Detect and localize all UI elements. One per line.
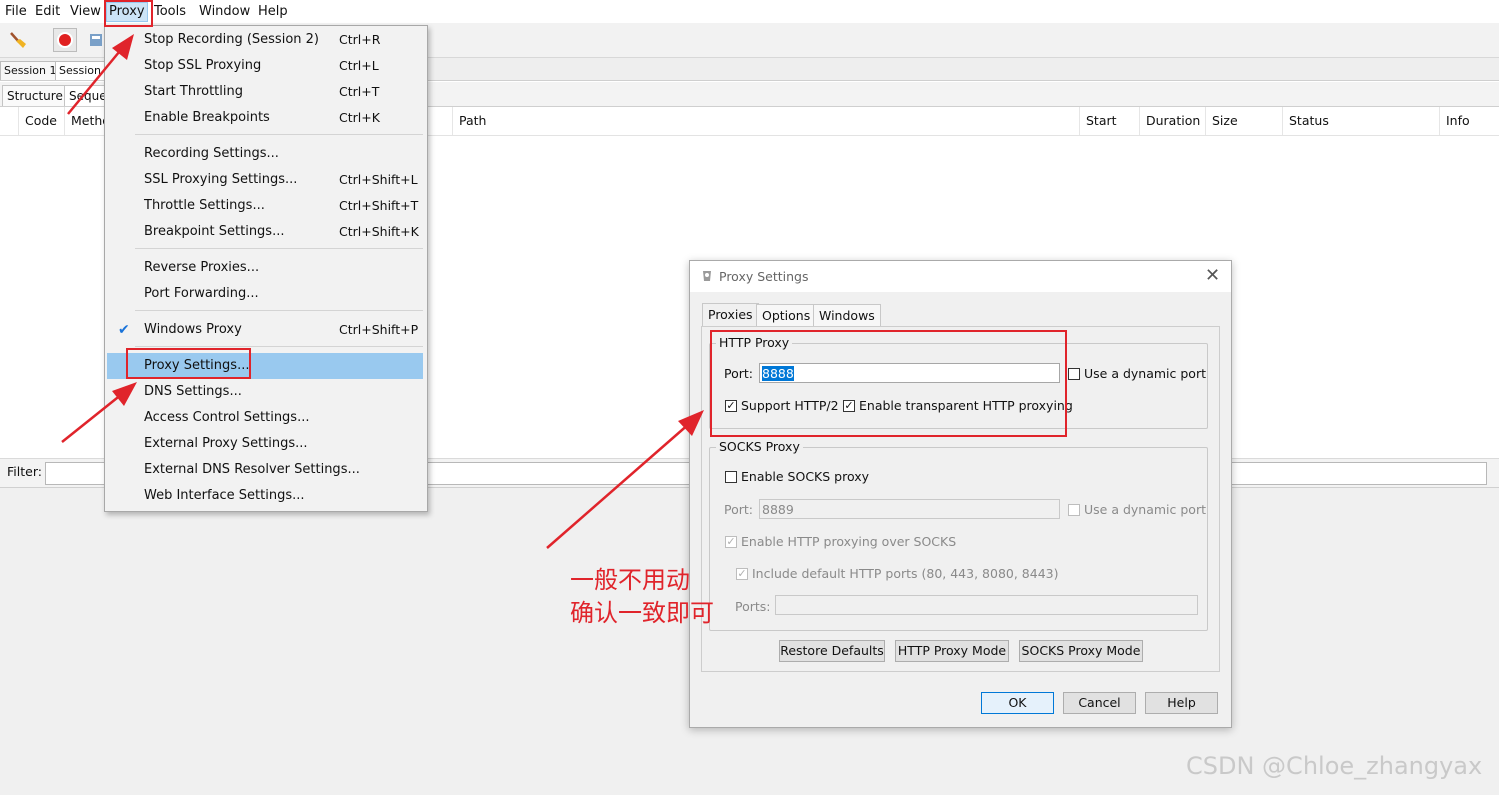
arrowhead-icon (112, 382, 137, 406)
arrow-to-http-proxy (546, 422, 691, 549)
annotation-line-1: 一般不用动 (570, 566, 690, 594)
arrow-to-proxy-menu (67, 45, 125, 115)
arrowhead-icon (678, 410, 704, 436)
watermark: CSDN @Chloe_zhangyax (1186, 752, 1483, 780)
annotation-line-2: 确认一致即可 (570, 599, 714, 627)
annotation-arrows (61, 34, 704, 549)
arrow-to-proxy-settings (61, 393, 123, 443)
annotation-note: 一般不用动 确认一致即可 (570, 564, 714, 630)
